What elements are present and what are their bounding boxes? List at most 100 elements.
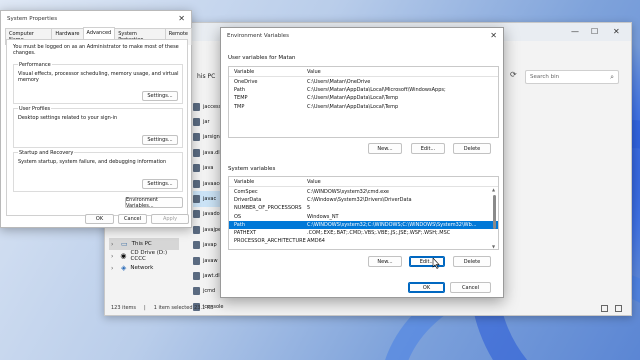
variable-value: C:\WINDOWS\system32\cmd.exe bbox=[307, 189, 389, 196]
list-row-selected[interactable]: Path C:\WINDOWS\system32;C:\WINDOWS;C:\W… bbox=[229, 220, 498, 229]
file-list: jaccess jar jarsigner java.dll java java… bbox=[193, 99, 225, 314]
user-profiles-settings-button[interactable]: Settings... bbox=[142, 135, 178, 145]
minimize-icon[interactable]: — bbox=[571, 27, 579, 36]
list-row[interactable]: NUMBER_OF_PROCESSORS 5 bbox=[229, 204, 498, 212]
chevron-right-icon[interactable]: › bbox=[111, 265, 117, 272]
variable-value: C:\Users\Matan\AppData\Local\Microsoft\W… bbox=[307, 87, 446, 94]
user-new-button[interactable]: New... bbox=[368, 143, 402, 154]
file-icon bbox=[193, 102, 200, 111]
sidebar-item-this-pc[interactable]: › ▭ This PC bbox=[109, 238, 179, 250]
list-row[interactable]: TEMP C:\Users\Matan\AppData\Local\Temp bbox=[229, 94, 498, 102]
variable-value: AMD64 bbox=[307, 238, 325, 245]
column-header-value[interactable]: Value bbox=[307, 69, 498, 75]
tab-panel-advanced: You must be logged on as an Administrato… bbox=[6, 39, 188, 216]
tiles-view-icon[interactable] bbox=[615, 305, 622, 312]
search-placeholder: Search bin bbox=[530, 74, 560, 80]
file-icon bbox=[193, 164, 200, 173]
variable-value: C:\Users\Matan\AppData\Local\Temp bbox=[307, 103, 399, 110]
cancel-button[interactable]: Cancel bbox=[118, 214, 147, 224]
system-delete-button[interactable]: Delete bbox=[453, 256, 491, 267]
list-row[interactable]: PATHEXT .COM;.EXE;.BAT;.CMD;.VBS;.VBE;.J… bbox=[229, 229, 498, 237]
system-variables-list[interactable]: Variable Value ComSpec C:\WINDOWS\system… bbox=[228, 176, 499, 250]
system-new-button[interactable]: New... bbox=[368, 256, 402, 267]
apply-button[interactable]: Apply bbox=[151, 214, 189, 224]
status-bar: 123 items | 1 item selected 23.1 KB bbox=[111, 305, 214, 311]
file-row[interactable]: jaccess bbox=[193, 99, 223, 114]
sidebar-item-network[interactable]: › ◈ Network bbox=[109, 262, 179, 274]
file-row[interactable]: javap bbox=[193, 238, 223, 253]
refresh-icon[interactable]: ⟳ bbox=[510, 70, 522, 84]
file-icon bbox=[193, 210, 200, 219]
file-row-selected[interactable]: javac bbox=[193, 191, 223, 207]
file-icon bbox=[193, 118, 200, 127]
list-header: Variable Value bbox=[229, 67, 498, 77]
list-row[interactable]: OneDrive C:\Users\Matan\OneDrive bbox=[229, 78, 498, 86]
file-row[interactable]: jawt.dll bbox=[193, 268, 223, 283]
file-row[interactable]: javaacce bbox=[193, 176, 225, 191]
network-icon: ◈ bbox=[121, 264, 127, 272]
column-header-value[interactable]: Value bbox=[307, 179, 498, 185]
system-properties-dialog: System Properties ✕ Computer Name Hardwa… bbox=[0, 10, 192, 228]
column-header-variable[interactable]: Variable bbox=[229, 69, 307, 75]
file-row[interactable]: jcmd bbox=[193, 284, 223, 299]
variable-value: C:\Users\Matan\AppData\Local\Temp bbox=[307, 95, 399, 102]
details-view-icon[interactable] bbox=[601, 305, 608, 312]
performance-settings-button[interactable]: Settings... bbox=[142, 91, 178, 101]
group-desc: Desktop settings related to your sign-in bbox=[18, 115, 118, 121]
environment-variables-button[interactable]: Environment Variables... bbox=[125, 197, 183, 209]
close-icon[interactable]: ✕ bbox=[178, 14, 185, 23]
scrollbar-thumb[interactable] bbox=[493, 195, 496, 229]
file-row[interactable]: java.dll bbox=[193, 145, 223, 160]
startup-recovery-settings-button[interactable]: Settings... bbox=[142, 179, 178, 189]
maximize-icon[interactable]: ☐ bbox=[591, 27, 598, 36]
breadcrumb[interactable]: his PC bbox=[197, 73, 215, 80]
selection-info: 1 item selected 23.1 KB bbox=[153, 305, 214, 311]
file-row[interactable]: java bbox=[193, 161, 223, 176]
scroll-down-icon[interactable]: ▼ bbox=[492, 244, 495, 249]
scroll-up-icon[interactable]: ▲ bbox=[492, 187, 495, 192]
file-name: java.dll bbox=[203, 149, 222, 156]
file-row[interactable]: jarsigner bbox=[193, 130, 225, 145]
file-row[interactable]: javajpeg bbox=[193, 222, 224, 237]
column-header-variable[interactable]: Variable bbox=[229, 179, 307, 185]
dialog-title: Environment Variables bbox=[227, 33, 290, 39]
user-edit-button[interactable]: Edit... bbox=[411, 143, 445, 154]
list-row[interactable]: PROCESSOR_ARCHITECTURE AMD64 bbox=[229, 237, 498, 245]
file-icon bbox=[193, 241, 200, 250]
user-profiles-group: User Profiles Desktop settings related t… bbox=[13, 106, 183, 148]
file-name: javac bbox=[203, 196, 217, 203]
disc-icon: ◉ bbox=[120, 252, 127, 260]
sidebar-item-label: Network bbox=[130, 265, 154, 271]
group-desc: Visual effects, processor scheduling, me… bbox=[18, 71, 179, 83]
startup-recovery-group: Startup and Recovery System startup, sys… bbox=[13, 150, 183, 192]
variable-name: OneDrive bbox=[234, 79, 258, 86]
chevron-right-icon[interactable]: › bbox=[111, 241, 117, 248]
list-row[interactable]: TMP C:\Users\Matan\AppData\Local\Temp bbox=[229, 103, 498, 111]
file-row[interactable]: javaw bbox=[193, 253, 223, 268]
variable-value: 5 bbox=[307, 205, 311, 212]
cancel-button[interactable]: Cancel bbox=[450, 282, 491, 293]
file-row[interactable]: javadoc bbox=[193, 207, 223, 222]
close-icon[interactable]: ✕ bbox=[490, 31, 497, 40]
list-row[interactable]: Path C:\Users\Matan\AppData\Local\Micros… bbox=[229, 86, 498, 94]
search-input[interactable]: Search bin ⌕ bbox=[525, 70, 619, 84]
close-icon[interactable]: ✕ bbox=[613, 27, 620, 36]
file-name: javap bbox=[203, 242, 217, 249]
mouse-pointer-icon bbox=[432, 258, 440, 269]
list-row[interactable]: ComSpec C:\WINDOWS\system32\cmd.exe bbox=[229, 188, 498, 196]
list-row[interactable]: OS Windows_NT bbox=[229, 213, 498, 221]
file-row[interactable]: jar bbox=[193, 114, 223, 129]
ok-button[interactable]: OK bbox=[85, 214, 114, 224]
user-variables-list[interactable]: Variable Value OneDrive C:\Users\Matan\O… bbox=[228, 66, 499, 138]
ok-button[interactable]: OK bbox=[408, 282, 445, 293]
group-desc: System startup, system failure, and debu… bbox=[18, 159, 167, 165]
chevron-right-icon[interactable]: › bbox=[111, 253, 116, 260]
group-title: Performance bbox=[18, 62, 52, 68]
user-delete-button[interactable]: Delete bbox=[453, 143, 491, 154]
system-list-scrollbar[interactable]: ▲ ▼ bbox=[491, 187, 498, 249]
file-icon bbox=[193, 256, 200, 265]
admin-note: You must be logged on as an Administrato… bbox=[13, 44, 179, 56]
list-row[interactable]: DriverData C:\Windows\System32\Drivers\D… bbox=[229, 196, 498, 204]
variable-name: Path bbox=[234, 221, 245, 228]
sidebar-item-cd-drive[interactable]: › ◉ CD Drive (D:) CCCC bbox=[109, 250, 179, 262]
